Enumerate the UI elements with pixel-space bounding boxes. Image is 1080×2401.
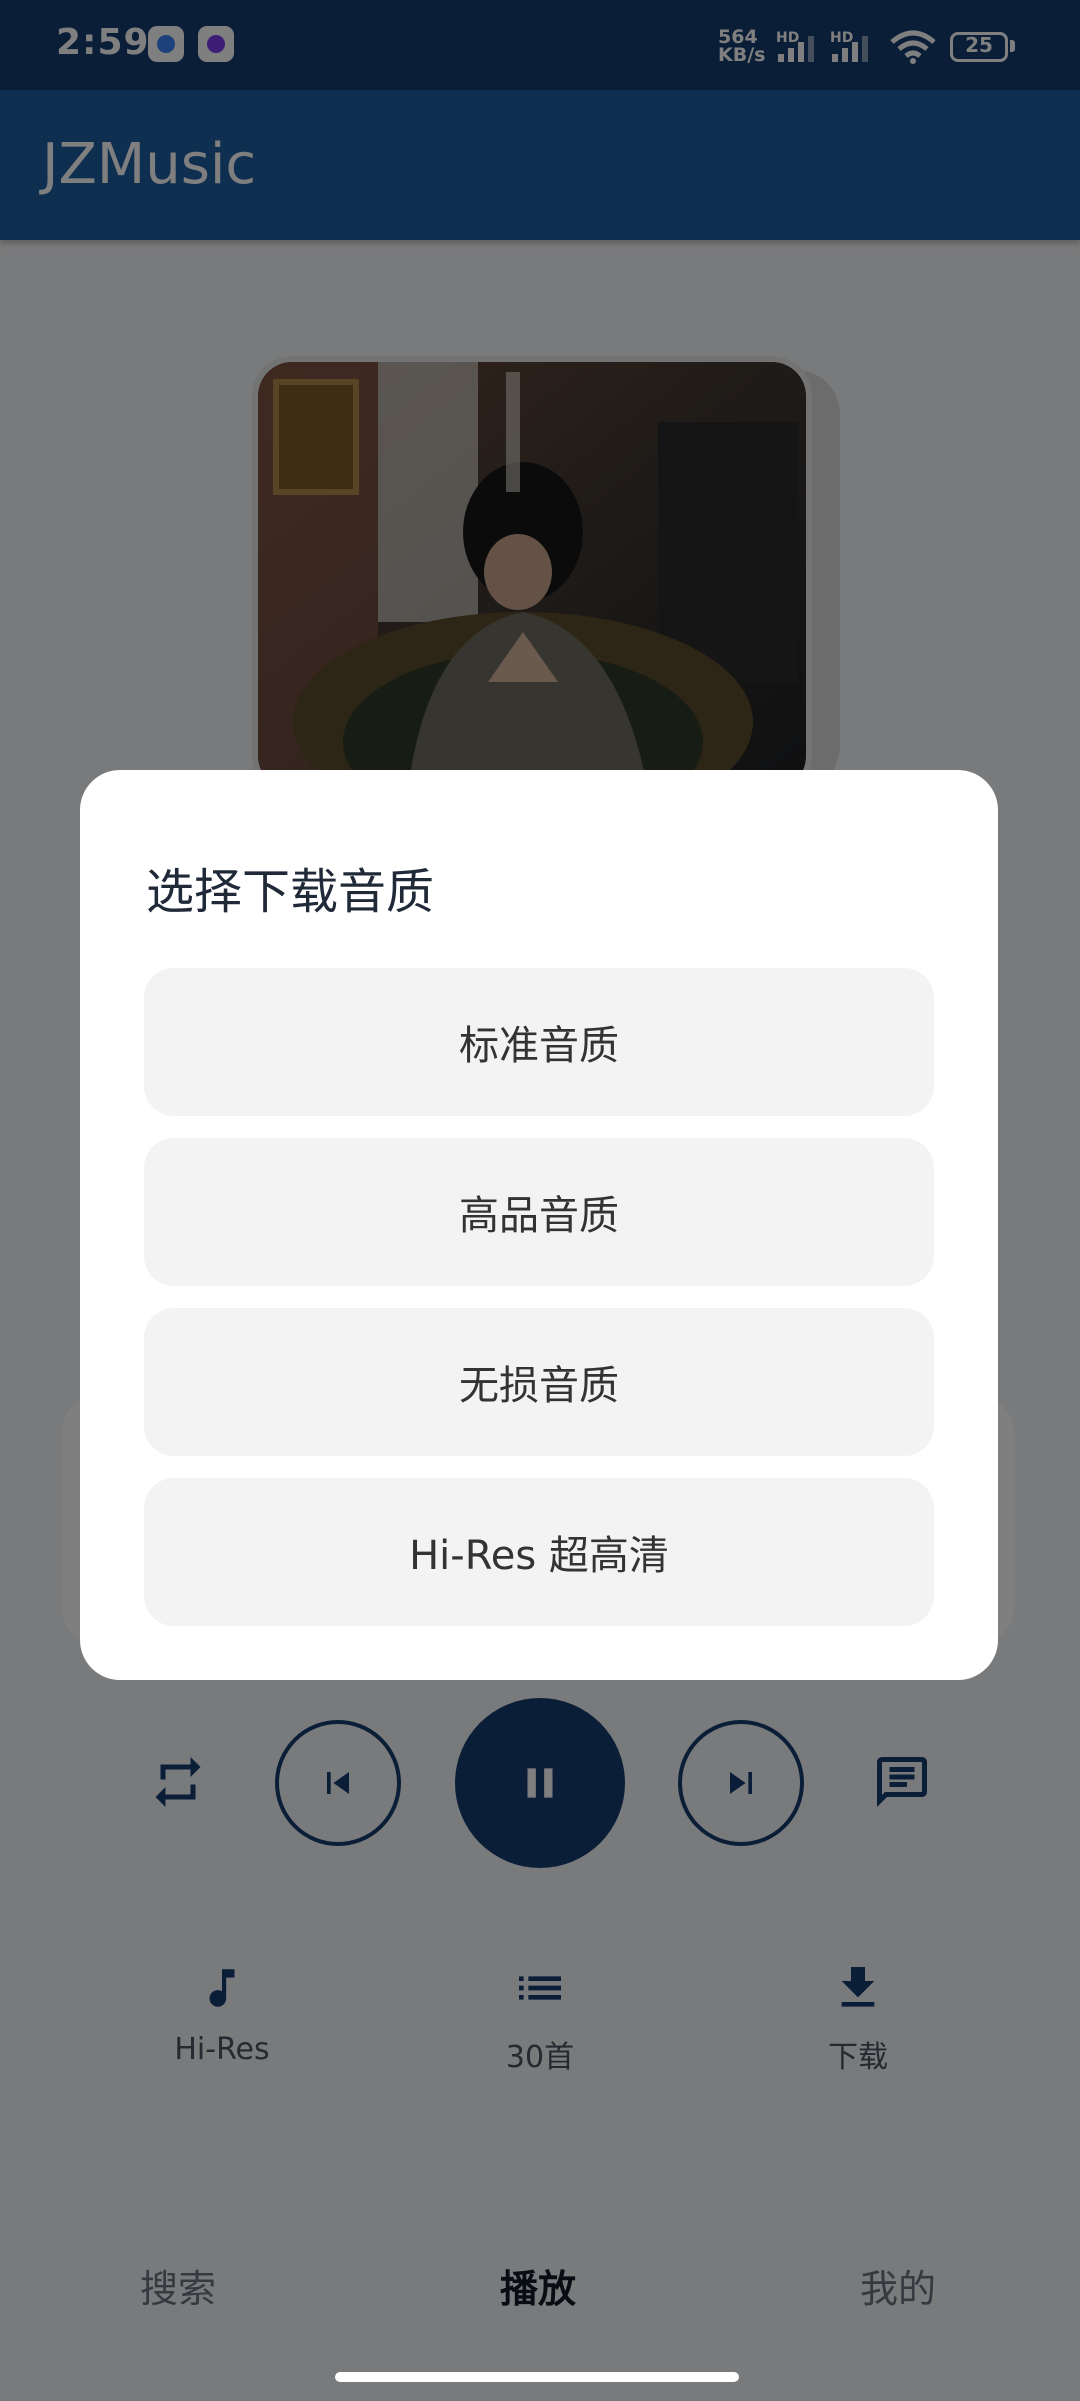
- quality-option-lossless[interactable]: 无损音质: [144, 1308, 934, 1456]
- home-indicator[interactable]: [335, 2372, 739, 2382]
- quality-option-high[interactable]: 高品音质: [144, 1138, 934, 1286]
- quality-option-hi-res[interactable]: Hi-Res 超高清: [144, 1478, 934, 1626]
- download-quality-dialog: 选择下载音质 标准音质 高品音质 无损音质 Hi-Res 超高清: [80, 770, 998, 1680]
- quality-option-standard[interactable]: 标准音质: [144, 968, 934, 1116]
- dialog-title: 选择下载音质: [146, 864, 435, 920]
